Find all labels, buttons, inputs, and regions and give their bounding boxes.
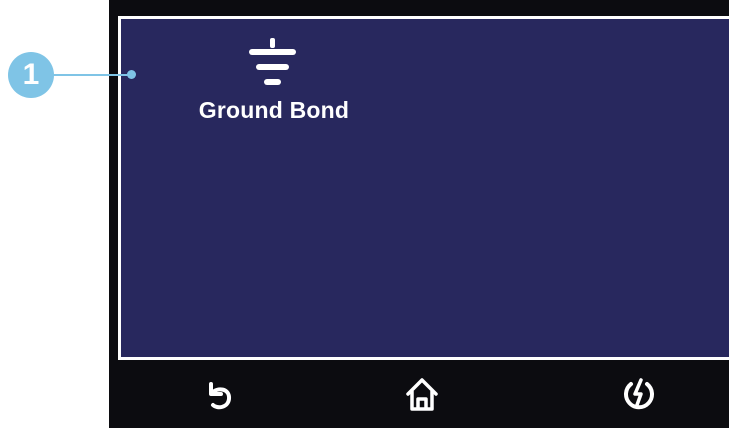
callout-leader-dot <box>127 70 136 79</box>
power-icon <box>617 372 661 416</box>
home-icon <box>400 372 444 416</box>
ground-icon <box>246 38 300 88</box>
back-arrow-icon <box>197 372 241 416</box>
ground-bond-tile[interactable]: Ground Bond <box>190 38 360 128</box>
callout-leader-line <box>52 74 130 76</box>
bottom-nav <box>109 362 729 428</box>
page: Ground Bond 1 <box>0 0 729 428</box>
power-button[interactable] <box>617 372 661 416</box>
home-button[interactable] <box>400 372 444 416</box>
ground-bond-label: Ground Bond <box>198 97 350 123</box>
back-button[interactable] <box>197 372 241 416</box>
callout-badge: 1 <box>8 52 54 98</box>
